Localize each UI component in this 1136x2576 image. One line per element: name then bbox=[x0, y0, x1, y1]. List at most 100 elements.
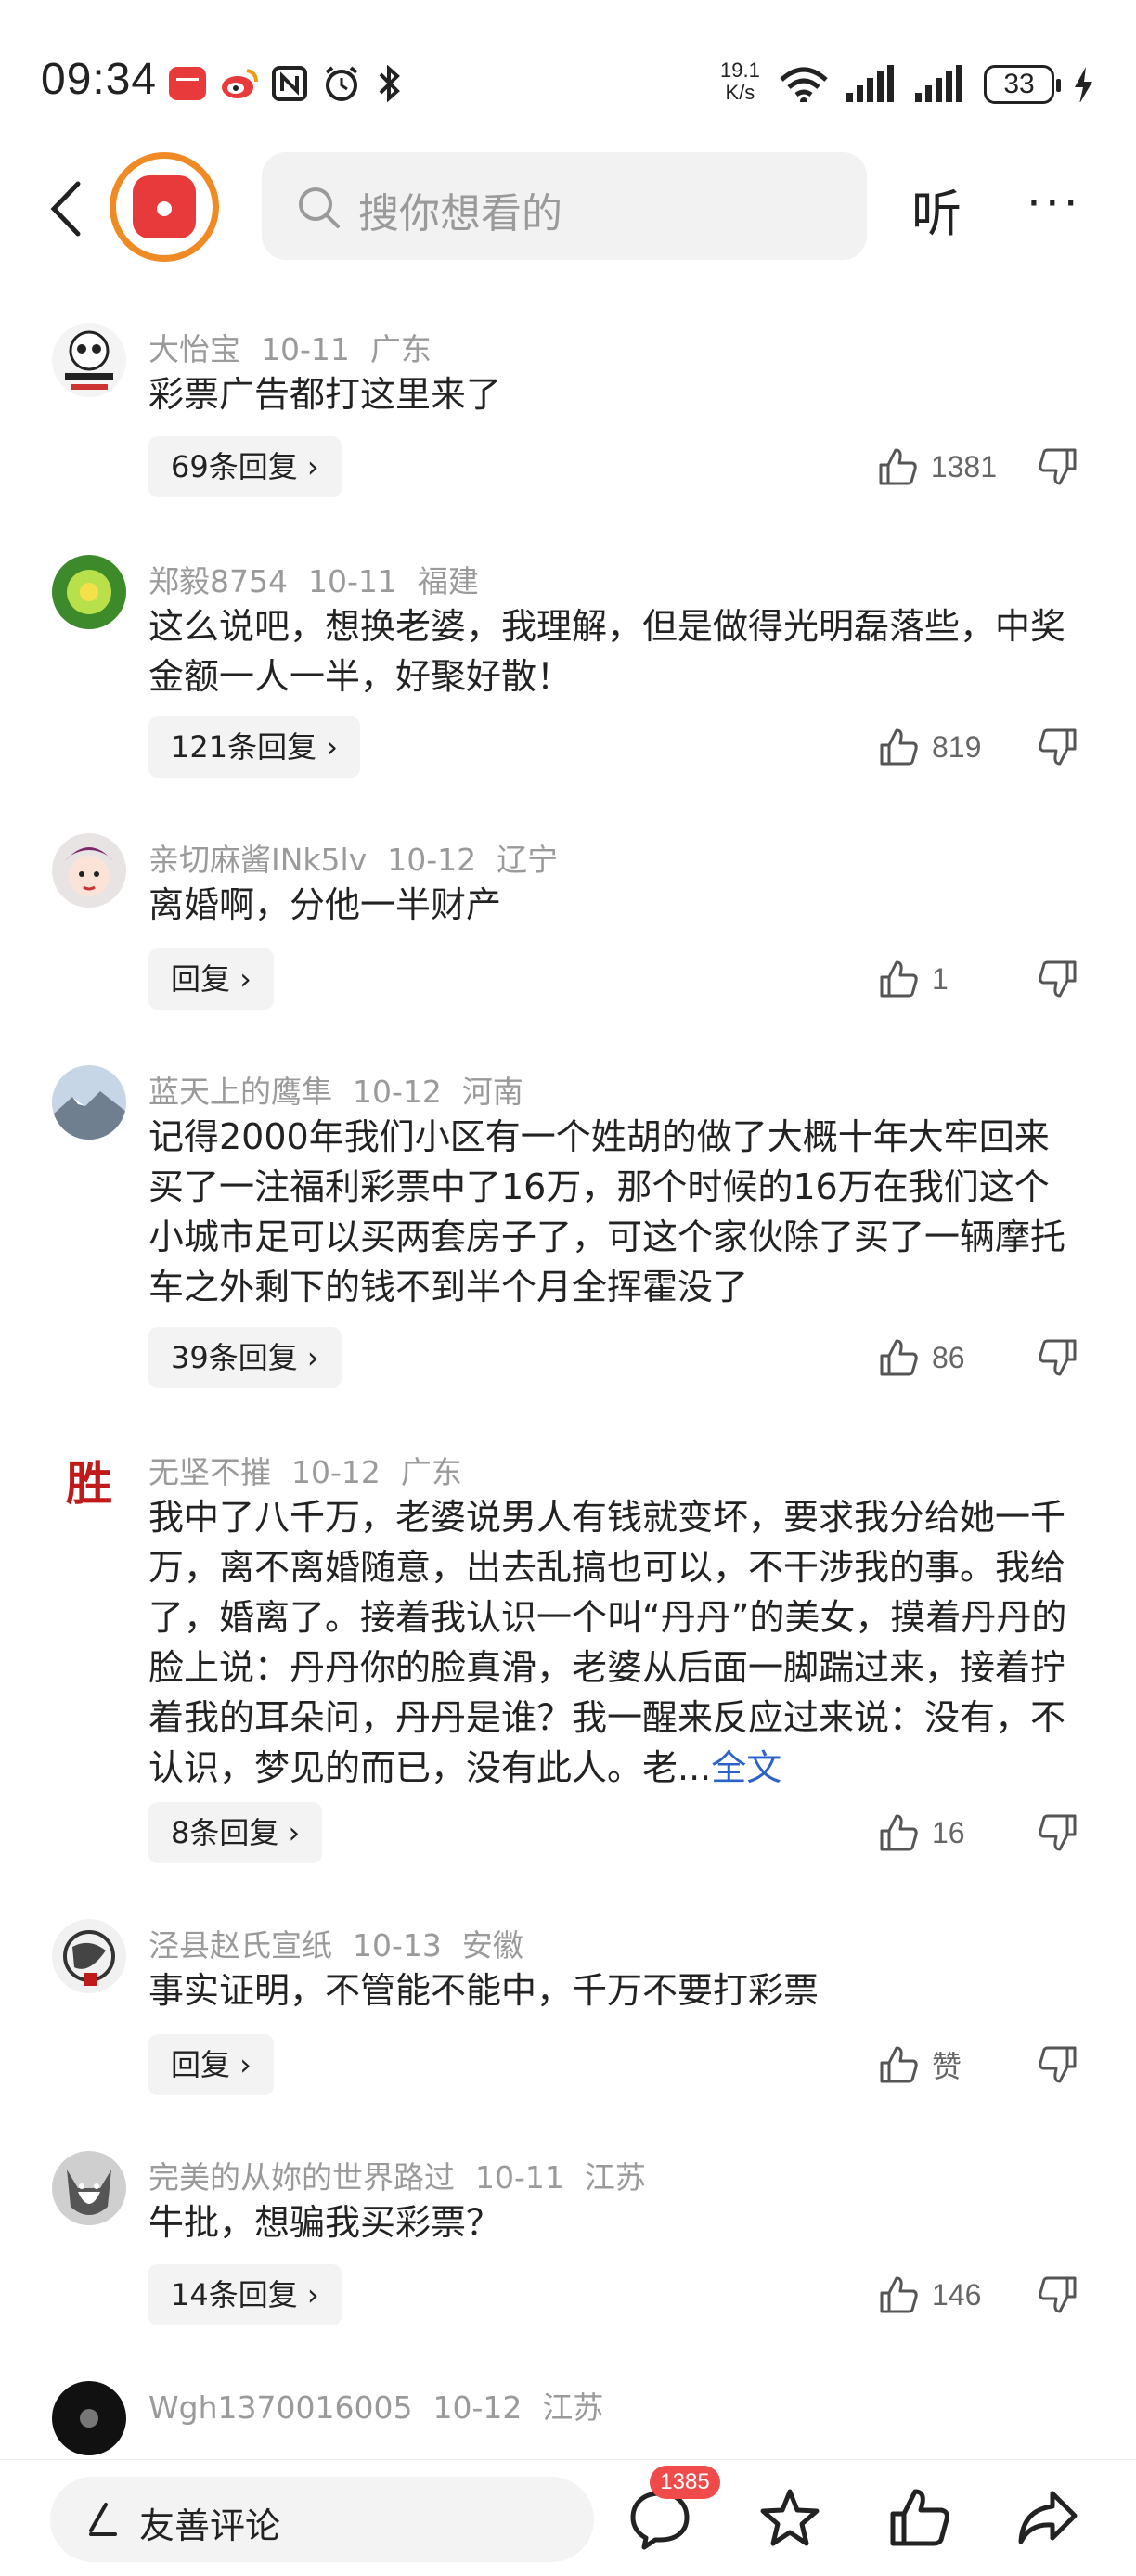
avatar[interactable] bbox=[52, 1919, 126, 1993]
thumbs-down-icon[interactable] bbox=[1038, 2274, 1078, 2315]
comment-date: 10-11 bbox=[475, 2159, 564, 2196]
comment-body: 我中了八千万，老婆说男人有钱就变坏，要求我分给她一千万，离不离婚随意，出去乱搞也… bbox=[148, 1497, 1067, 1788]
comment-meta: 郑毅8754 10-11 福建 bbox=[148, 557, 499, 601]
thumbs-down-icon[interactable] bbox=[1038, 1812, 1078, 1853]
comment-date: 10-11 bbox=[261, 331, 350, 367]
comment-item: 泾县赵氏宣纸 10-13 安徽 事实证明，不管能不能中，千万不要打彩票 回复 › 赞 bbox=[0, 1919, 1136, 2105]
search-placeholder: 搜你想看的 bbox=[358, 190, 562, 238]
alarm-icon bbox=[325, 66, 358, 101]
thumbs-up-icon[interactable] bbox=[877, 446, 918, 487]
username[interactable]: 无坚不摧 bbox=[148, 1454, 271, 1490]
search-input[interactable]: 搜你想看的 bbox=[262, 152, 867, 260]
reply-button[interactable]: 回复 › bbox=[148, 2034, 274, 2095]
avatar[interactable] bbox=[52, 833, 126, 908]
comment-item: 胜 无坚不摧 10-12 广东 我中了八千万，老婆说男人有钱就变坏，要求我分给她一千… bbox=[0, 1446, 1136, 1882]
thumbs-up-icon[interactable] bbox=[878, 959, 919, 999]
like-count: 146 bbox=[932, 2277, 982, 2312]
comment-date: 10-13 bbox=[353, 1927, 442, 1964]
comment-meta: 蓝天上的鹰隼 10-12 河南 bbox=[148, 1067, 544, 1112]
comment-location: 辽宁 bbox=[497, 842, 559, 878]
comment-item: 蓝天上的鹰隼 10-12 河南 记得2000年我们小区有一个姓胡的做了大概十年大牢回… bbox=[0, 1065, 1136, 1409]
username[interactable]: 泾县赵氏宣纸 bbox=[148, 1927, 332, 1964]
comment-text: 离婚啊，分他一半财产 bbox=[148, 884, 502, 925]
like-count: 1 bbox=[932, 961, 949, 996]
status-time: 09:34 bbox=[41, 55, 158, 104]
comment-actions: 1381 bbox=[877, 436, 1078, 497]
back-button[interactable] bbox=[41, 176, 97, 241]
svg-text:胜: 胜 bbox=[66, 1456, 112, 1511]
listen-button[interactable]: 听 bbox=[911, 173, 962, 246]
comment-input[interactable]: 友善评论 bbox=[50, 2477, 594, 2562]
thumbs-down-icon[interactable] bbox=[1038, 2044, 1078, 2085]
thumbs-up-icon[interactable] bbox=[878, 2044, 919, 2085]
comment-actions: 86 bbox=[878, 1327, 1078, 1388]
thumbs-down-icon[interactable] bbox=[1038, 727, 1078, 767]
username[interactable]: 大怡宝 bbox=[148, 331, 240, 367]
username[interactable]: Wgh1370016005 bbox=[148, 2389, 412, 2426]
comment-text: 我中了八千万，老婆说男人有钱就变坏，要求我分给她一千万，离不离婚随意，出去乱搞也… bbox=[148, 1492, 1077, 1793]
reply-button[interactable]: 14条回复 › bbox=[148, 2264, 342, 2325]
network-speed: 19.1 K/s bbox=[720, 58, 760, 104]
thumbs-down-icon[interactable] bbox=[1038, 1337, 1078, 1378]
comment-text: 牛批，想骗我买彩票？ bbox=[148, 2202, 502, 2243]
thumbs-up-icon[interactable] bbox=[887, 2486, 952, 2551]
thumbs-up-icon[interactable] bbox=[878, 2274, 919, 2315]
full-text-link[interactable]: 全文 bbox=[711, 1747, 781, 1788]
thumbs-down-icon[interactable] bbox=[1038, 959, 1078, 999]
comment-meta: 无坚不摧 10-12 广东 bbox=[148, 1448, 483, 1492]
thumbs-up-icon[interactable] bbox=[878, 1812, 919, 1853]
reply-button[interactable]: 69条回复 › bbox=[148, 436, 342, 497]
comment-actions: 赞 bbox=[878, 2034, 1078, 2095]
reply-button[interactable]: 8条回复 › bbox=[148, 1802, 323, 1863]
avatar[interactable] bbox=[52, 2151, 126, 2225]
comment-text: 这么说吧，想换老婆，我理解，但是做得光明磊落些，中奖金额一人一半，好聚好散！ bbox=[148, 606, 1066, 697]
comment-actions: 819 bbox=[878, 716, 1078, 778]
like-count: 赞 bbox=[932, 2050, 962, 2083]
reply-button[interactable]: 39条回复 › bbox=[148, 1327, 342, 1388]
status-bar: 09:34 19.1 K/s 33 bbox=[0, 0, 1136, 139]
comment-location: 福建 bbox=[417, 563, 479, 599]
username[interactable]: 郑毅8754 bbox=[148, 563, 288, 599]
thumbs-down-icon[interactable] bbox=[1038, 446, 1078, 487]
comment-count-badge: 1385 bbox=[650, 2466, 720, 2499]
avatar[interactable] bbox=[52, 1065, 126, 1140]
avatar[interactable]: 胜 bbox=[52, 1446, 126, 1520]
avatar[interactable] bbox=[52, 323, 126, 397]
comment-location: 广东 bbox=[369, 331, 432, 367]
weibo-icon bbox=[222, 69, 258, 98]
comment-location: 河南 bbox=[461, 1074, 523, 1110]
nfc-icon bbox=[272, 66, 307, 101]
comment-item: 亲切麻酱INk5lv 10-12 辽宁 离婚啊，分他一半财产 回复 › 1 bbox=[0, 833, 1136, 1019]
username[interactable]: 完美的从妳的世界路过 bbox=[148, 2159, 455, 2196]
avatar[interactable] bbox=[52, 2381, 126, 2455]
top-nav: 搜你想看的 听 ··· bbox=[0, 139, 1136, 278]
avatar[interactable] bbox=[52, 555, 126, 629]
reply-button[interactable]: 121条回复 › bbox=[148, 716, 361, 778]
comment-actions: 1 bbox=[878, 948, 1078, 1010]
app-logo[interactable] bbox=[110, 152, 219, 262]
more-button[interactable]: ··· bbox=[1026, 176, 1082, 230]
comment-text: 彩票广告都打这里来了 bbox=[148, 374, 502, 415]
reply-button[interactable]: 回复 › bbox=[148, 948, 274, 1010]
comment-location: 江苏 bbox=[584, 2159, 646, 2196]
thumbs-up-icon[interactable] bbox=[878, 727, 919, 767]
comment-input-placeholder: 友善评论 bbox=[139, 2505, 281, 2546]
username[interactable]: 蓝天上的鹰隼 bbox=[148, 1074, 332, 1110]
signal-icon bbox=[846, 65, 894, 102]
comment-item: 完美的从妳的世界路过 10-11 江苏 牛批，想骗我买彩票？ 14条回复 › 146 bbox=[0, 2151, 1136, 2337]
share-icon[interactable] bbox=[1015, 2486, 1080, 2551]
like-count: 819 bbox=[932, 729, 982, 764]
like-count: 1381 bbox=[930, 449, 997, 483]
comment-date: 10-12 bbox=[387, 842, 477, 878]
pen-icon bbox=[89, 2503, 117, 2536]
star-icon[interactable] bbox=[757, 2486, 822, 2551]
comment-text: 事实证明，不管能不能中，千万不要打彩票 bbox=[148, 1970, 820, 2011]
comment-location: 广东 bbox=[400, 1454, 462, 1490]
comment-item: 大怡宝 10-11 广东 彩票广告都打这里来了 69条回复 › 1381 bbox=[0, 323, 1136, 518]
username[interactable]: 亲切麻酱INk5lv bbox=[148, 842, 367, 878]
comment-date: 10-12 bbox=[432, 2389, 523, 2426]
comment-meta: 亲切麻酱INk5lv 10-12 辽宁 bbox=[148, 835, 578, 880]
thumbs-up-icon[interactable] bbox=[878, 1337, 919, 1378]
comment-actions: 146 bbox=[878, 2264, 1078, 2325]
comment-location: 安徽 bbox=[461, 1927, 523, 1964]
